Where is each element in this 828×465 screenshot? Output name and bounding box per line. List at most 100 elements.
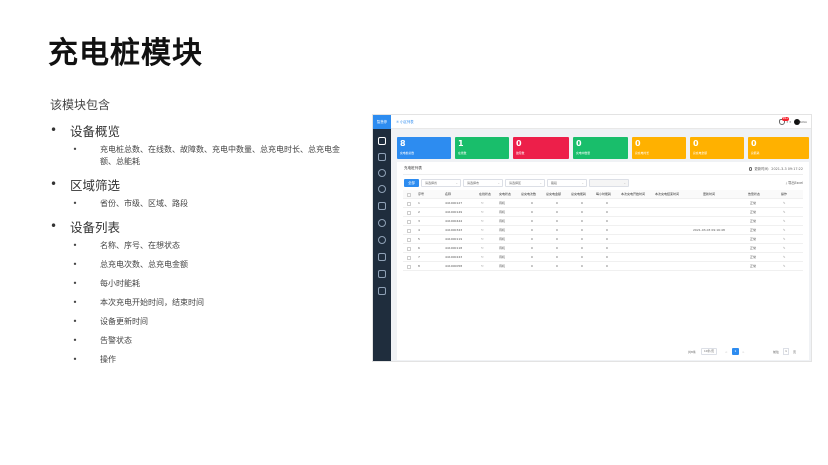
cell-times: 0 (531, 228, 533, 232)
stat-card-online[interactable]: 1 在线数 (455, 137, 509, 159)
cell-no: 1 (418, 201, 420, 205)
region-filters: 全部 请选择省 ⌄ 请选择市 ⌄ 请选择区 ⌄ 路段 ⌄ ⌄ (404, 179, 704, 187)
table-row[interactable]: 1 441000127 待机 0 0 0 0 正常 ↻ ✎ (403, 199, 803, 208)
divider (403, 174, 803, 175)
cell-hourly: 0 (606, 219, 608, 223)
bullet-icon: • (72, 355, 78, 364)
edit-icon[interactable]: ✎ (783, 262, 786, 271)
refresh-time[interactable]: 更新时间：2021-3-3 09:17:22 (748, 166, 803, 171)
lightning-icon[interactable] (378, 270, 386, 278)
cell-no: 7 (418, 255, 420, 259)
settings-icon[interactable] (378, 169, 386, 177)
pie-chart-icon[interactable] (378, 236, 386, 244)
cell-times: 0 (531, 237, 533, 241)
cell-status: 待机 (499, 255, 506, 259)
row-checkbox[interactable] (407, 247, 411, 251)
cell-status: 待机 (499, 264, 506, 268)
list-item: • 设备更新时间 (50, 316, 350, 328)
document-icon[interactable] (378, 137, 386, 145)
select-all-checkbox[interactable] (407, 193, 411, 197)
slide-title: 充电桩模块 (48, 36, 203, 71)
clock-icon[interactable] (378, 219, 386, 227)
list-item: • 总充电次数、总充电金额 (50, 259, 350, 271)
row-checkbox[interactable] (407, 256, 411, 260)
cell-times: 0 (531, 210, 533, 214)
district-select[interactable]: 请选择区 ⌄ (505, 179, 545, 187)
online-status-icon: ↻ (481, 237, 484, 241)
chevron-down-icon: ⌄ (455, 181, 458, 185)
edit-icon[interactable]: ✎ (783, 208, 786, 217)
table-row[interactable]: 5 441000119 待机 0 0 0 0 正常 ↻ ✎ (403, 235, 803, 244)
export-excel-button[interactable]: ⤓ 导出Excel (786, 180, 803, 185)
row-checkbox[interactable] (407, 220, 411, 224)
breadcrumb[interactable]: ⑦ 小区列表 (396, 119, 414, 124)
row-checkbox[interactable] (407, 238, 411, 242)
settings-icon[interactable] (378, 185, 386, 193)
edit-icon[interactable]: ✎ (783, 244, 786, 253)
cell-status: 待机 (499, 228, 506, 232)
outline-section: • 设备概览 • 充电桩总数、在线数、故障数、充电中数量、总充电时长、总充电金额、总… (50, 122, 350, 168)
row-checkbox[interactable] (407, 202, 411, 206)
table-row[interactable]: 3 441000444 待机 0 0 0 0 正常 ↻ ✎ (403, 217, 803, 226)
refresh-icon[interactable] (748, 167, 753, 171)
online-status-icon: ↻ (481, 246, 484, 250)
table-row[interactable]: 6 441000118 待机 0 0 0 0 正常 ↻ ✎ (403, 244, 803, 253)
monitor-icon[interactable] (378, 202, 386, 210)
table-row[interactable]: 8 441000058 待机 0 0 0 0 正常 ↻ ✎ (403, 262, 803, 271)
cell-energy: 0 (581, 210, 583, 214)
row-checkbox[interactable] (407, 229, 411, 233)
layers-icon[interactable] (378, 287, 386, 295)
page-size-select[interactable]: 10条/页 (701, 348, 717, 355)
user-name[interactable]: admin (798, 120, 807, 124)
table-row[interactable]: 2 441000149 待机 0 0 0 0 正常 ↻ ✎ (403, 208, 803, 217)
camera-icon[interactable] (378, 253, 386, 261)
prev-page-button[interactable]: < (725, 350, 728, 354)
cell-status: 待机 (499, 201, 506, 205)
panel-title: 充电桩列表 (404, 166, 422, 170)
table-row[interactable]: 7 441000243 待机 0 0 0 0 正常 ↻ ✎ (403, 253, 803, 262)
app-logo[interactable]: 智慧停 (373, 115, 391, 129)
page-1-button[interactable]: 1 (732, 348, 739, 355)
cell-money: 0 (556, 210, 558, 214)
cell-status: 待机 (499, 237, 506, 241)
page-suffix: 页 (793, 350, 797, 354)
goto-page-input[interactable]: 1 (783, 348, 789, 355)
road-select[interactable]: 路段 ⌄ (547, 179, 587, 187)
edit-icon[interactable]: ✎ (783, 235, 786, 244)
edit-icon[interactable]: ✎ (783, 217, 786, 226)
user-extra: 3 3 (786, 120, 791, 124)
cell-name: 441000127 (445, 201, 463, 205)
next-page-button[interactable]: > (742, 350, 745, 354)
stat-card-fault[interactable]: 0 故障数 (513, 137, 569, 159)
stat-card-duration[interactable]: 0 总充电时长 (632, 137, 686, 159)
cell-no: 6 (418, 246, 420, 250)
filter-all-button[interactable]: 全部 (404, 179, 419, 187)
province-select[interactable]: 请选择省 ⌄ (421, 179, 461, 187)
cell-no: 4 (418, 228, 420, 232)
edit-icon[interactable]: ✎ (783, 253, 786, 262)
cell-name: 441000149 (445, 210, 463, 214)
city-select[interactable]: 请选择市 ⌄ (463, 179, 503, 187)
cell-energy: 0 (581, 201, 583, 205)
parking-icon[interactable] (378, 153, 386, 161)
edit-icon[interactable]: ✎ (783, 226, 786, 235)
bullet-icon: • (50, 177, 58, 191)
cell-money: 0 (556, 246, 558, 250)
cell-name: 441000444 (445, 219, 463, 223)
stat-card-energy[interactable]: 0 总能耗 (748, 137, 809, 159)
stat-card-charging[interactable]: 0 充电中数量 (573, 137, 628, 159)
edit-icon[interactable]: ✎ (783, 199, 786, 208)
cell-hourly: 0 (606, 237, 608, 241)
table-row[interactable]: 4 441000343 待机 0 0 0 0 2021-03-03 09:16:48 正常 ↻ ✎ (403, 226, 803, 235)
row-checkbox[interactable] (407, 265, 411, 269)
stat-card-total[interactable]: 8 充电桩总数 (397, 137, 451, 159)
intro-text: 该模块包含 (50, 98, 111, 112)
chevron-down-icon: ⌄ (497, 181, 500, 185)
extra-select[interactable]: ⌄ (589, 179, 629, 187)
row-checkbox[interactable] (407, 211, 411, 215)
cell-name: 441000343 (445, 228, 463, 232)
cell-times: 0 (531, 219, 533, 223)
list-item: • 名称、序号、在想状态 (50, 240, 350, 252)
stat-card-amount[interactable]: 0 总充电金额 (690, 137, 744, 159)
cell-alarm: 正常 (750, 237, 757, 241)
